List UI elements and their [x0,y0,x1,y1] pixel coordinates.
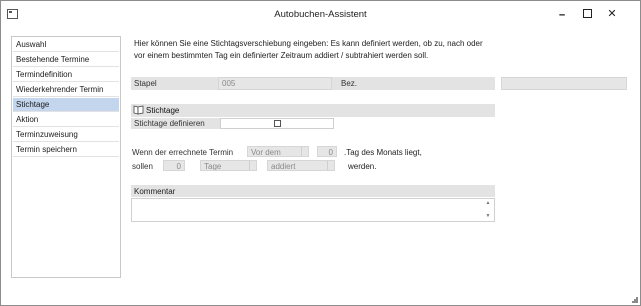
window-title: Autobuchen-Assistent [274,9,367,20]
chevron-down-icon [249,161,256,170]
close-icon: ✕ [607,8,617,20]
operation-dropdown[interactable]: addiert [267,160,335,171]
intro-text: Hier können Sie eine Stichtagsverschiebu… [134,39,483,60]
rule-line1-suffix: .Tag des Monats liegt, [344,148,422,157]
position-dropdown-value: Vor dem [251,148,281,157]
scroll-up-icon[interactable]: ▲ [483,200,493,206]
wizard-steps-sidebar: Auswahl Bestehende Termine Termindefinit… [11,36,121,278]
stichtage-section-header [131,104,495,117]
sidebar-item-wiederkehrender-termin[interactable]: Wiederkehrender Termin [13,83,119,97]
kommentar-textarea[interactable] [131,198,495,222]
kommentar-header [131,185,495,197]
unit-dropdown-value: Tage [204,162,222,171]
rule-line1-prefix: Wenn der errechnete Termin [132,148,234,157]
maximize-icon [582,8,592,18]
sidebar-item-auswahl[interactable]: Auswahl [13,38,119,52]
stichtage-definieren-checkbox[interactable] [274,120,281,127]
position-dropdown[interactable]: Vor dem [247,146,309,157]
sidebar-item-termin-speichern[interactable]: Termin speichern [13,143,119,157]
chevron-down-icon [301,147,308,156]
stichtage-section-title: Stichtage [146,106,180,115]
scroll-down-icon[interactable]: ▼ [483,213,493,219]
stapel-label: Stapel [134,79,157,88]
sidebar-item-aktion[interactable]: Aktion [13,113,119,127]
sidebar-item-stichtage[interactable]: Stichtage [13,98,119,112]
sidebar-item-bestehende-termine[interactable]: Bestehende Termine [13,53,119,67]
stapel-field[interactable]: 005 [218,77,332,90]
unit-dropdown[interactable]: Tage [200,160,257,171]
minimize-icon: 🗕 [558,9,566,19]
operation-dropdown-value: addiert [271,162,296,171]
close-button[interactable]: ✕ [601,5,623,23]
bez-field[interactable] [501,77,627,90]
minimize-button[interactable]: 🗕 [551,5,573,23]
sidebar-item-termindefinition[interactable]: Termindefinition [13,68,119,82]
amount-field[interactable]: 0 [163,160,185,171]
sidebar-item-terminzuweisung[interactable]: Terminzuweisung [13,128,119,142]
day-field[interactable]: 0 [317,146,337,157]
bez-label: Bez. [341,79,358,88]
rule-line2-prefix: sollen [132,162,153,171]
kommentar-label: Kommentar [134,187,176,196]
rule-line2-suffix: werden. [348,162,377,171]
book-icon [133,105,144,115]
title-bar: Autobuchen-Assistent 🗕 ✕ [1,1,640,29]
chevron-down-icon [327,161,334,170]
stichtage-definieren-label: Stichtage definieren [134,119,205,128]
wizard-window: Autobuchen-Assistent 🗕 ✕ Auswahl Bestehe… [0,0,641,306]
maximize-button[interactable] [576,5,598,23]
resize-grip-icon[interactable] [632,297,638,303]
